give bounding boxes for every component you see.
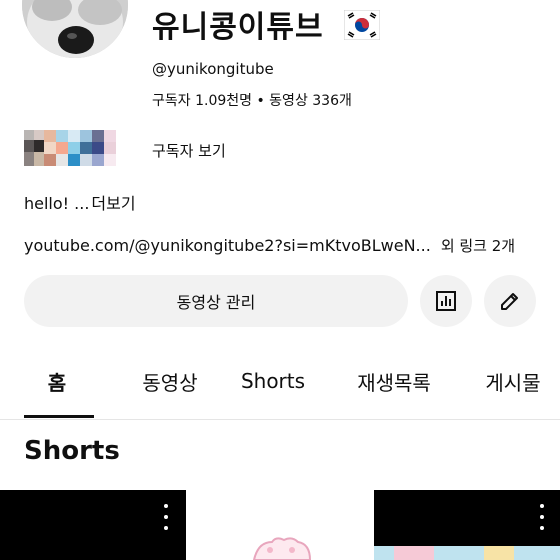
more-links[interactable]: 외 링크 2개 (441, 237, 515, 255)
description-more-link[interactable]: 더보기 (91, 194, 135, 213)
manage-videos-button[interactable]: 동영상 관리 (24, 275, 408, 327)
shorts-thumbnail (252, 537, 312, 560)
description-text: hello! ... (24, 194, 90, 213)
edit-channel-button[interactable] (484, 275, 536, 327)
shorts-card[interactable] (374, 490, 560, 560)
tab-shorts[interactable]: Shorts (226, 345, 320, 417)
shorts-card[interactable] (0, 490, 186, 560)
channel-avatar[interactable] (22, 0, 128, 58)
more-options-icon[interactable] (158, 504, 174, 530)
shorts-section-title: Shorts (24, 436, 120, 466)
shorts-thumbnail (374, 546, 560, 560)
korea-flag-icon (343, 9, 381, 41)
channel-description[interactable]: hello! ... 더보기 (24, 190, 136, 214)
analytics-button[interactable] (420, 275, 472, 327)
active-tab-indicator (24, 415, 94, 418)
channel-name: 유니콩이튜브 (152, 10, 324, 45)
tab-playlists[interactable]: 재생목록 (338, 345, 450, 417)
pencil-icon (501, 293, 518, 310)
tab-videos[interactable]: 동영상 (120, 345, 220, 417)
view-subscribers-link[interactable]: 구독자 보기 (152, 140, 226, 161)
channel-tabs: 홈 동영상 Shorts 재생목록 게시물 (0, 345, 560, 420)
shorts-card[interactable] (188, 490, 372, 560)
channel-stats: 구독자 1.09천명 • 동영상 336개 (152, 93, 352, 109)
more-options-icon[interactable] (534, 504, 550, 530)
bar-chart-icon (436, 291, 456, 311)
subscriber-thumbnails[interactable] (24, 130, 128, 166)
channel-handle: @yunikongitube (152, 60, 274, 78)
tab-home[interactable]: 홈 (20, 345, 94, 417)
channel-links[interactable]: youtube.com/@yunikongitube2?si=mKtvoBLwe… (24, 235, 515, 256)
tab-posts[interactable]: 게시물 (466, 345, 560, 417)
channel-link[interactable]: youtube.com/@yunikongitube2?si=mKtvoBLwe… (24, 236, 431, 255)
